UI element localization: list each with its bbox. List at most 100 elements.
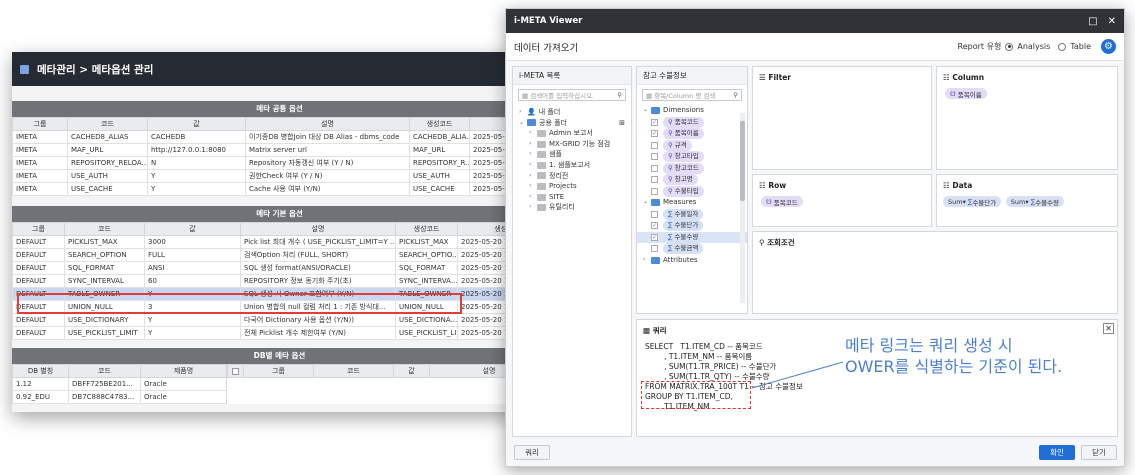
table-row[interactable]: DEFAULT UNION_NULL 3 Union 병합의 null 컬럼 처리 1… bbox=[12, 300, 547, 314]
close-button[interactable]: 닫기 bbox=[1081, 445, 1117, 460]
table-row[interactable]: DEFAULT USE_PICKLIST_LIMIT Y 전체 Picklist 개수… bbox=[12, 326, 547, 340]
dimensions-group[interactable]: ⌄ Dimensions bbox=[637, 105, 747, 117]
field-item[interactable]: ∑ 수불금액 bbox=[637, 243, 747, 255]
col-header-code[interactable]: 코드 bbox=[67, 117, 148, 131]
table-row[interactable]: DEFAULT SQL_FORMAT ANSI SQL 생성 format(ANSI/… bbox=[12, 261, 547, 275]
table-row[interactable]: IMETA MAF_URL http://127.0.0.1:8080 Matrix … bbox=[12, 143, 547, 157]
field-checkbox[interactable] bbox=[651, 245, 658, 253]
column-panel[interactable]: ☷ Column ☋ 품목이름 bbox=[936, 66, 1118, 170]
radio-analysis-label[interactable]: Analysis bbox=[1017, 42, 1050, 51]
field-item[interactable]: ⚲ 창고코드 bbox=[637, 162, 747, 175]
table-row[interactable]: IMETA USE_AUTH Y 권한Check 여부 (Y / N) USE_AUTH… bbox=[12, 169, 547, 183]
col-header-desc[interactable]: 설명 bbox=[240, 222, 396, 236]
col-header-group[interactable]: 그룹 bbox=[243, 364, 314, 378]
chevron-down-icon[interactable]: › bbox=[643, 255, 651, 266]
col-header-desc[interactable]: 설명 bbox=[245, 117, 410, 131]
field-item[interactable]: ⚲ 수불타입 bbox=[637, 185, 747, 198]
maximize-icon[interactable]: □ bbox=[1088, 16, 1097, 27]
field-checkbox[interactable]: ✓ bbox=[651, 222, 658, 230]
field-pill[interactable]: ⚲ 품목이름 bbox=[663, 128, 704, 140]
field-item[interactable]: ∑ 수불일자 bbox=[637, 208, 747, 221]
expand-all-icon[interactable]: ⊞ bbox=[619, 118, 625, 129]
field-pill[interactable]: ⚲ 창고타입 bbox=[663, 151, 704, 163]
filter-panel[interactable]: ☰ Filter bbox=[752, 66, 932, 170]
tree-item-cleanup[interactable]: › 정리전 bbox=[513, 171, 631, 182]
col-header-db-alias[interactable]: DB 별칭 bbox=[12, 364, 69, 378]
field-pill[interactable]: ⚲ 창고코드 bbox=[663, 162, 704, 174]
col-header-code[interactable]: 코드 bbox=[64, 222, 145, 236]
field-checkbox[interactable] bbox=[651, 141, 658, 149]
chevron-down-icon[interactable]: ⌄ bbox=[643, 105, 651, 116]
tree-item-site[interactable]: › SITE bbox=[513, 192, 631, 203]
tree-item-admin[interactable]: › Admin 보고서 bbox=[513, 128, 631, 139]
field-pill[interactable]: ∑ 수불금액 bbox=[663, 243, 704, 255]
col-header-create-code[interactable]: 생성코드 bbox=[395, 222, 458, 236]
query-close-icon[interactable]: ✕ bbox=[1103, 323, 1114, 334]
tree-item-projects[interactable]: › Projects bbox=[513, 181, 631, 192]
scrollbar-thumb[interactable] bbox=[740, 121, 745, 201]
column-item[interactable]: ☋ 품목이름 bbox=[945, 88, 987, 99]
chevron-down-icon[interactable]: ⌄ bbox=[519, 118, 527, 129]
tree-item-public-folder[interactable]: ⌄ 공용 폴더 ⊞ bbox=[513, 118, 631, 129]
chevron-right-icon[interactable]: › bbox=[529, 192, 537, 203]
col-header-value[interactable]: 값 bbox=[147, 117, 246, 131]
chevron-right-icon[interactable]: › bbox=[529, 202, 537, 213]
field-checkbox[interactable] bbox=[651, 164, 658, 172]
table-row[interactable]: 0.92_EDU DB7C888C4783... Oracle bbox=[12, 390, 227, 404]
field-item[interactable]: ⚲ 창고타입 bbox=[637, 151, 747, 163]
field-pill[interactable]: ∑ 수불일자 bbox=[663, 208, 704, 220]
col-header-group[interactable]: 그룹 bbox=[12, 222, 65, 236]
close-icon[interactable]: ✕ bbox=[1108, 16, 1116, 27]
field-item[interactable]: ⚲ 규격 bbox=[637, 139, 747, 152]
radio-table[interactable] bbox=[1058, 42, 1067, 51]
table-row[interactable]: DEFAULT PICKLIST_MAX 3000 Pick list 최대 개수 (… bbox=[12, 235, 547, 249]
field-pill[interactable]: ∑ 수불단가 bbox=[663, 220, 704, 232]
field-item[interactable]: ✓ ⚲ 품목이름 bbox=[637, 128, 747, 140]
field-item[interactable]: ✓ ⚲ 품목코드 bbox=[637, 116, 747, 129]
tree-item-sample-report[interactable]: › 1. 샘플보고서 bbox=[513, 160, 631, 171]
col-header-value[interactable]: 값 bbox=[144, 222, 241, 236]
field-pill[interactable]: ⚲ 규격 bbox=[663, 139, 692, 151]
field-checkbox[interactable]: ✓ bbox=[651, 118, 658, 126]
chevron-right-icon[interactable]: › bbox=[529, 139, 537, 150]
field-pill[interactable]: ⚲ 품목코드 bbox=[663, 116, 704, 128]
col-header-group[interactable]: 그룹 bbox=[12, 117, 68, 131]
field-pill[interactable]: ⚲ 수불타입 bbox=[663, 185, 704, 197]
tree-item-mx-grid[interactable]: › MX-GRID 기능 점검 bbox=[513, 139, 631, 150]
col-header-code[interactable]: 코드 bbox=[68, 364, 141, 378]
field-checkbox[interactable] bbox=[651, 187, 658, 195]
col-header-code[interactable]: 코드 bbox=[313, 364, 394, 378]
field-item[interactable]: ✓ ∑ 수불단가 bbox=[637, 220, 747, 232]
radio-analysis[interactable] bbox=[1005, 42, 1014, 51]
chevron-right-icon[interactable]: › bbox=[529, 128, 537, 139]
col-header-value[interactable]: 값 bbox=[393, 364, 430, 378]
col-header-create-code[interactable]: 생성코드 bbox=[409, 117, 470, 131]
table-row[interactable]: DEFAULT SEARCH_OPTION FULL 검색Option 처리 (FUL… bbox=[12, 248, 547, 262]
tree-item-utility[interactable]: › 유틸리티 bbox=[513, 202, 631, 213]
condition-panel[interactable]: ⚲ 조회조건 bbox=[752, 231, 1118, 314]
field-pill[interactable]: ⚲ 창고명 bbox=[663, 174, 698, 186]
chevron-down-icon[interactable]: ⌄ bbox=[643, 197, 651, 208]
field-checkbox[interactable]: ✓ bbox=[651, 130, 658, 138]
gear-icon[interactable]: ⚙ bbox=[1101, 39, 1116, 54]
field-pill[interactable]: ∑ 수불수량 bbox=[663, 231, 704, 243]
table-row[interactable]: IMETA USE_CACHE Y Cache 사용 여부 (Y/N) USE_CACH… bbox=[12, 182, 547, 196]
field-checkbox[interactable] bbox=[651, 210, 658, 218]
data-item-price[interactable]: Sum ▾ ∑ 수불단가 bbox=[943, 196, 1002, 207]
data-item-qty[interactable]: Sum ▾ ∑ 수불수량 bbox=[1005, 196, 1065, 207]
chevron-right-icon[interactable]: › bbox=[529, 171, 537, 182]
field-item[interactable]: ⚲ 창고명 bbox=[637, 174, 747, 186]
query-button[interactable]: 쿼리 bbox=[514, 445, 550, 460]
field-checkbox[interactable]: ✓ bbox=[651, 233, 658, 241]
tree-item-my-folder[interactable]: › 👤 내 폴더 bbox=[513, 107, 631, 118]
table-row[interactable]: DEFAULT USE_DICTIONARY Y 다국어 Dictionary 사용 … bbox=[12, 313, 547, 327]
table-row[interactable]: DEFAULT SYNC_INTERVAL 60 REPOSITORY 정보 동기화 … bbox=[12, 274, 547, 288]
chevron-right-icon[interactable]: › bbox=[529, 181, 537, 192]
meta-search-input[interactable]: ▦ 검색어를 입력하십시오. ⚲ bbox=[518, 89, 626, 101]
measures-group[interactable]: ⌄ Measures bbox=[637, 197, 747, 209]
field-search-input[interactable]: ▦ 항목/Column 명 검색 ⚲ bbox=[642, 89, 742, 101]
table-row[interactable]: IMETA REPOSITORY_RELOA... N Repository 자동갱신… bbox=[12, 156, 547, 170]
row-item[interactable]: ☋ 품목코드 bbox=[761, 196, 803, 207]
row-panel[interactable]: ☷ Row ☋ 품목코드 bbox=[752, 174, 932, 227]
field-checkbox[interactable] bbox=[651, 176, 658, 184]
